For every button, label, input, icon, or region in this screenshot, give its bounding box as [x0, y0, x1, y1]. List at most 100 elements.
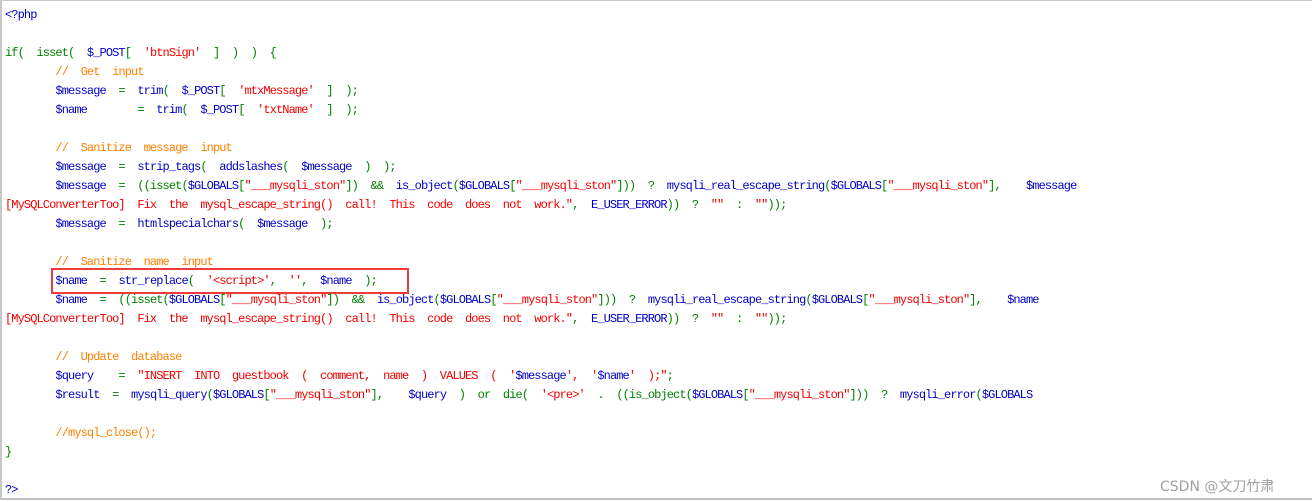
code-token: "___mysqli_ston" — [269, 388, 372, 402]
code-line: ?> — [5, 481, 1076, 498]
code-line: <?php — [5, 6, 1076, 25]
code-token: "___mysqli_ston" — [496, 293, 599, 307]
code-token: : — [723, 312, 755, 326]
code-token: "___mysqli_ston" — [225, 293, 328, 307]
code-token: )); — [767, 312, 787, 326]
code-token: = — [93, 369, 138, 383]
code-token: ( — [181, 103, 201, 117]
code-token: trim — [156, 103, 182, 117]
code-line: $message = ((isset($GLOBALS["___mysqli_s… — [5, 177, 1077, 196]
code-token: , — [301, 274, 321, 288]
code-token: strip_tags — [137, 160, 201, 174]
code-token: $GLOBALS — [212, 388, 264, 402]
code-token: "" — [754, 198, 768, 212]
code-token: )) ? — [666, 198, 711, 212]
code-token: $GLOBALS — [811, 293, 863, 307]
code-line: } — [5, 443, 1076, 462]
code-token: "" — [710, 198, 724, 212]
code-token: 'btnSign' — [143, 46, 202, 60]
code-token: ( — [200, 160, 220, 174]
code-token: $GLOBALS — [168, 293, 220, 307]
code-line: $message = trim( $_POST[ 'mtxMessage' ] … — [5, 82, 1076, 101]
code-token: $GLOBALS — [439, 293, 491, 307]
code-token: ' );" — [628, 369, 668, 383]
code-token: //mysql_close(); — [5, 426, 157, 440]
code-token: = — [86, 274, 119, 288]
code-line: $name = str_replace( '<script>', '', $na… — [5, 272, 1076, 291]
code-token: ); — [307, 217, 334, 231]
code-line: $query = "INSERT INTO guestbook ( commen… — [5, 367, 1076, 386]
php-source-code: <?php if( isset( $_POST [ 'btnSign' ] ) ) … — [5, 6, 1077, 498]
code-token: )); — [767, 198, 787, 212]
code-token: // Get input — [5, 65, 144, 79]
code-token: $name — [597, 369, 629, 383]
code-line: // Update database — [5, 348, 1076, 367]
code-token: ); — [351, 274, 378, 288]
code-token: $message — [1025, 179, 1077, 193]
code-token: // Sanitize name input — [5, 255, 213, 269]
code-token: )) ? — [666, 312, 711, 326]
code-token: if( isset( — [5, 46, 87, 60]
code-token: $name — [1007, 293, 1039, 307]
code-token: ( — [162, 84, 182, 98]
code-token: [MySQLConverterToo] Fix the mysql_escape… — [5, 312, 573, 326]
code-token: "___mysqli_ston" — [515, 179, 618, 193]
code-token: = — [99, 388, 132, 402]
code-line: // Sanitize name input — [5, 253, 1076, 272]
code-token: str_replace — [118, 274, 188, 288]
code-token: $GLOBALS — [981, 388, 1033, 402]
code-token: $message — [257, 217, 308, 231]
code-token: [ — [238, 103, 258, 117]
code-line: // Get input — [5, 63, 1076, 82]
code-token: $GLOBALS — [830, 179, 882, 193]
code-token: ])) ? — [849, 388, 900, 402]
code-token: $message — [515, 369, 566, 383]
code-token: : — [723, 198, 755, 212]
code-token: $GLOBALS — [458, 179, 510, 193]
code-token: ], — [370, 388, 409, 402]
code-token: is_object — [376, 293, 435, 307]
code-token: "___mysqli_ston" — [244, 179, 346, 193]
code-token: ]) && — [345, 179, 396, 193]
code-token: "INSERT INTO guestbook ( comment, name )… — [137, 369, 516, 383]
code-token: $name — [5, 293, 87, 307]
code-token: . ((is_object( — [584, 388, 692, 402]
code-token: = — [105, 84, 138, 98]
code-token: '<script>' — [206, 274, 271, 288]
code-token: ) ); — [351, 160, 396, 174]
code-token: , — [269, 274, 289, 288]
code-token: ?> — [5, 483, 18, 497]
code-token: [MySQLConverterToo] Fix the mysql_escape… — [5, 198, 573, 212]
code-token: // Update database — [5, 350, 182, 364]
code-line: $name = ((isset($GLOBALS["___mysqli_ston… — [5, 291, 1076, 310]
csdn-watermark: CSDN @文刀竹肃 — [1160, 479, 1275, 495]
code-token: // Sanitize message input — [5, 141, 232, 155]
code-token: mysqli_query — [131, 388, 208, 402]
code-token: = — [86, 103, 157, 117]
code-token: ( — [187, 274, 207, 288]
code-token: , — [572, 198, 592, 212]
code-token: E_USER_ERROR — [591, 198, 668, 212]
code-token: $message — [5, 217, 106, 231]
code-token: "___mysqli_ston" — [887, 179, 989, 193]
code-token: ] ) ) { — [200, 46, 277, 60]
code-line: // Sanitize message input — [5, 139, 1076, 158]
code-token: $_POST — [181, 84, 220, 98]
code-token: is_object — [395, 179, 454, 193]
code-token: } — [5, 445, 12, 459]
code-token: '<pre>' — [540, 388, 586, 402]
code-line: [MySQLConverterToo] Fix the mysql_escape… — [5, 196, 1076, 215]
code-line: $name = trim( $_POST[ 'txtName' ] ); — [5, 101, 1076, 120]
code-token: $query — [408, 388, 447, 402]
code-token: ] ); — [313, 84, 358, 98]
code-token: ], — [969, 293, 1008, 307]
code-token: = — [105, 160, 138, 174]
code-token: ])) ? — [597, 293, 648, 307]
code-token: $message — [5, 160, 106, 174]
code-line: $message = htmlspecialchars( $message ); — [5, 215, 1076, 234]
code-token: 'mtxMessage' — [238, 84, 315, 98]
code-token: $name — [5, 103, 87, 117]
